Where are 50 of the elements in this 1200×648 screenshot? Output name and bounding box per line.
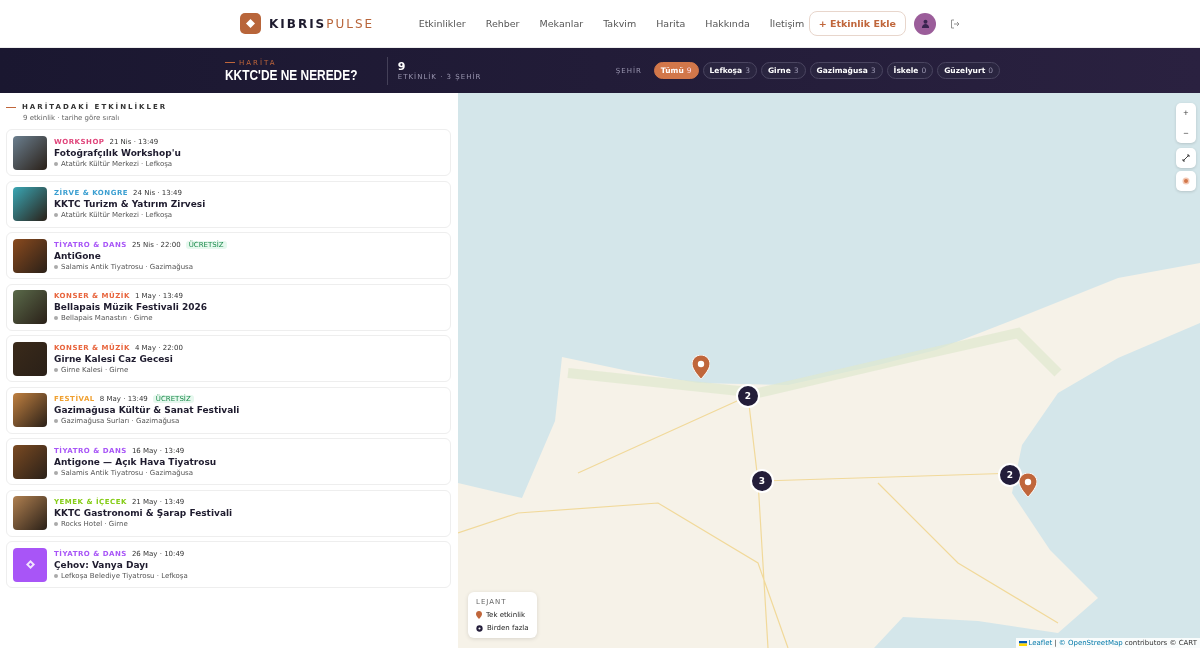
zoom-in-button[interactable]: +	[1176, 103, 1196, 123]
location-dot-icon	[54, 316, 58, 320]
diamond-icon	[25, 560, 35, 569]
location-dot-icon	[54, 367, 58, 372]
nav-link[interactable]: Hakkında	[705, 18, 750, 29]
photo-placeholder	[13, 444, 47, 479]
map-pin-icon[interactable]	[1019, 473, 1037, 497]
location-dot-icon	[54, 470, 58, 475]
logout-icon[interactable]	[950, 18, 960, 29]
photo-placeholder	[13, 135, 47, 170]
event-title: Antigone — Açık Hava Tiyatrosu	[54, 456, 217, 467]
location-dot-icon	[54, 419, 58, 423]
add-event-button[interactable]: + Etkinlik Ekle	[808, 11, 906, 36]
photo-placeholder	[13, 393, 47, 427]
location-dot-icon	[54, 213, 58, 217]
nav-link[interactable]: Takvim	[603, 18, 637, 29]
logo-icon[interactable]	[240, 13, 261, 34]
pin-icon	[476, 611, 482, 619]
cluster-icon	[476, 624, 483, 632]
location-dot-icon	[54, 161, 58, 166]
brand-name[interactable]: KIBRIS PULSE	[269, 16, 375, 31]
location-dot-icon	[54, 264, 58, 269]
nav-link[interactable]: İletişim	[769, 18, 805, 29]
zoom-out-button[interactable]: −	[1176, 123, 1196, 143]
event-title: AntiGone	[54, 250, 102, 261]
event-title: Fotoğrafçılık Workshop'u	[54, 147, 181, 158]
photo-placeholder	[13, 496, 47, 530]
locate-icon[interactable]	[1182, 177, 1190, 185]
photo-placeholder	[13, 187, 47, 221]
event-title: KKTC Turizm & Yatırım Zirvesi	[54, 199, 206, 209]
event-title: Çehov: Vanya Dayı	[54, 559, 150, 570]
expand-icon[interactable]	[1182, 154, 1190, 162]
photo-placeholder	[13, 238, 47, 273]
avatar-icon[interactable]	[914, 12, 936, 35]
photo-placeholder	[13, 341, 47, 376]
nav-link[interactable]: Harita	[656, 18, 686, 29]
event-title: Girne Kalesi Caz Gecesi	[54, 353, 174, 364]
flag-icon	[1018, 640, 1027, 646]
location-dot-icon	[54, 573, 58, 578]
event-title: KKTC Gastronomi & Şarap Festivali	[54, 508, 233, 518]
map-pin-icon[interactable]	[692, 355, 710, 379]
event-title: Bellapais Müzik Festivali 2026	[54, 302, 208, 312]
photo-placeholder	[13, 290, 47, 324]
event-count: 9	[397, 60, 406, 73]
location-dot-icon	[54, 522, 58, 526]
event-title: Gazimağusa Kültür & Sanat Festivali	[54, 405, 240, 415]
nav-link[interactable]: Mekanlar	[539, 18, 584, 29]
nav-link[interactable]: Etkinlikler	[418, 18, 466, 29]
nav-link[interactable]: Rehber	[485, 18, 520, 29]
page-title: KKTC'DE NE NEREDE?	[225, 66, 358, 83]
